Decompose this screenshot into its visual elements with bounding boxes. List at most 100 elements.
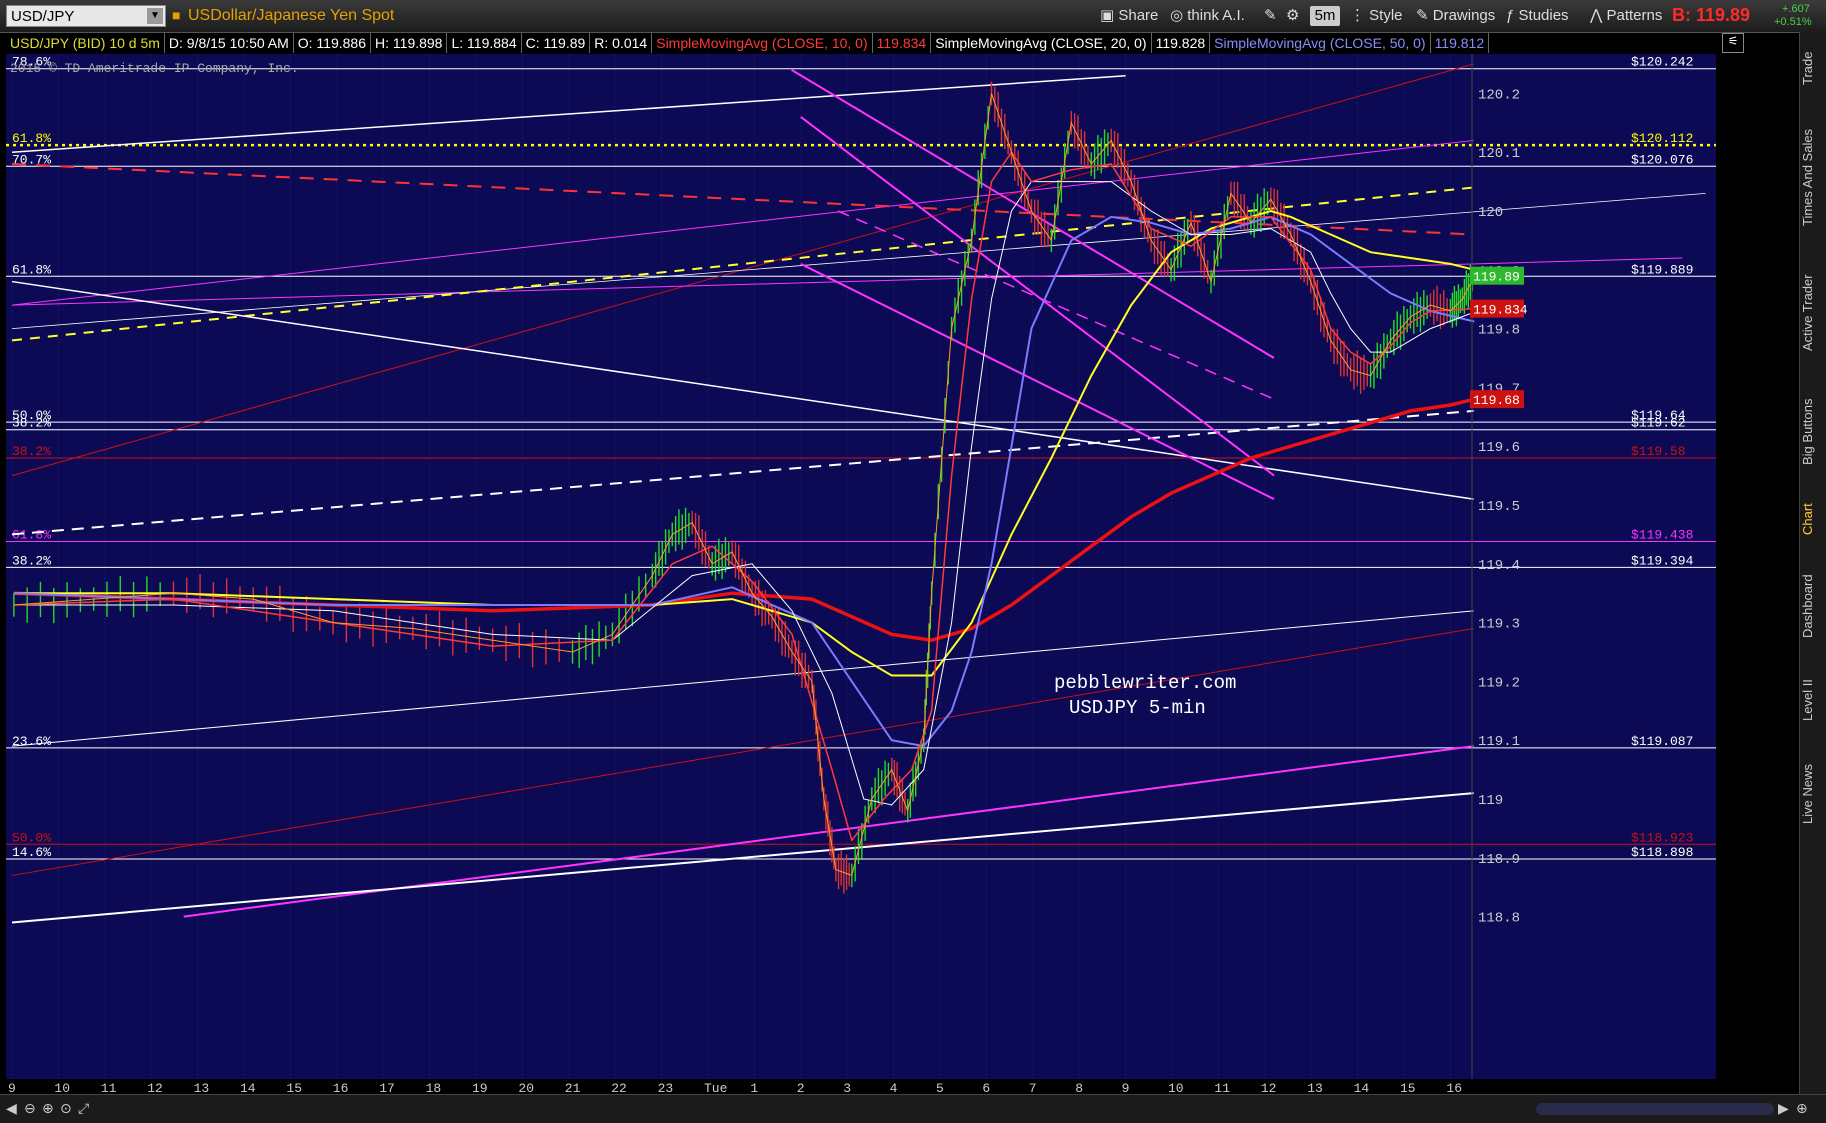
style-button[interactable]: ⋮ Style [1350,6,1403,26]
x-axis-tick-label: 14 [1354,1081,1370,1095]
fib-level-value: $119.087 [1631,734,1693,749]
change-pct: +0.51% [1774,16,1812,28]
x-axis-tick-label: 23 [658,1081,674,1095]
tab-chart[interactable]: Chart [1800,494,1826,544]
x-axis-tick-label: 10 [1168,1081,1184,1095]
zoom-fit-icon[interactable]: ⊙ [60,1100,72,1117]
y-axis-tick-label: 119 [1478,793,1503,809]
tab-dashboard[interactable]: Dashboard [1800,556,1826,656]
info-sma10-value: 119.834 [873,33,932,53]
tab-level-ii[interactable]: Level II [1800,664,1826,736]
chart-settings-icon[interactable]: ⚟ [1722,33,1744,53]
fib-level-value: $119.394 [1631,553,1694,568]
toolbar: USD/JPY ▼ ■ USDollar/Japanese Yen Spot ▣… [0,0,1826,33]
interval-button[interactable]: 5m [1310,6,1340,26]
y-axis-tick-label: 119.2 [1478,675,1520,691]
info-date: D: 9/8/15 10:50 AM [165,33,294,53]
y-axis-tick-label: 120.1 [1478,146,1520,162]
x-axis-tick-label: 2 [797,1081,805,1095]
symbol-dropdown-icon[interactable]: ▼ [147,8,163,24]
fib-level-value: $119.438 [1631,527,1693,542]
tab-trade[interactable]: Trade [1800,40,1826,96]
y-axis-tick-label: 120.2 [1478,87,1520,103]
x-axis-tick-label: Tue [704,1081,727,1095]
style-icon: ⋮ [1350,7,1370,24]
share-button[interactable]: ▣ Share [1100,6,1158,26]
change-abs: +.607 [1782,3,1810,15]
fib-level-value: $118.923 [1631,830,1693,845]
x-axis-tick-label: 10 [54,1081,70,1095]
think-ai-button[interactable]: ◎ think A.I. [1170,6,1245,26]
x-axis-tick-label: 13 [1307,1081,1323,1095]
tab-active-trader[interactable]: Active Trader [1800,258,1826,368]
x-axis-tick-label: 15 [1400,1081,1416,1095]
y-axis-tick-label: 119.1 [1478,734,1520,750]
x-axis-tick-label: 19 [472,1081,488,1095]
fib-level-label: 23.6% [12,734,51,749]
x-axis-tick-label: 15 [286,1081,302,1095]
time-scrollbar[interactable] [1536,1103,1774,1115]
zoom-in-icon[interactable]: ⊕ [42,1100,54,1117]
fib-level-value: $119.889 [1631,262,1693,277]
scroll-right-icon[interactable]: ▶ [1778,1100,1789,1117]
y-axis-tick-label: 119.8 [1478,323,1520,339]
x-axis-tick-label: 21 [565,1081,581,1095]
pencil-icon: ✎ [1416,7,1433,24]
x-axis-tick-label: 20 [518,1081,534,1095]
bottom-controls: ◀ ⊖ ⊕ ⊙ ⤢ ▶ ⊕ [0,1094,1826,1123]
info-sma10: SimpleMovingAvg (CLOSE, 10, 0) [652,33,873,53]
nav-left-icon[interactable]: ◀ [6,1100,17,1117]
drawings-button[interactable]: ✎ Drawings [1416,6,1495,26]
studies-icon: ƒ [1506,7,1519,24]
zoom-reset-icon[interactable]: ⊕ [1796,1100,1808,1117]
zoom-out-icon[interactable]: ⊖ [24,1100,36,1117]
x-axis-tick-label: 16 [1446,1081,1462,1095]
drawing-tools-icon[interactable]: ✎ [1264,6,1277,26]
fib-level-label: 61.8% [12,262,51,277]
x-axis-tick-label: 7 [1029,1081,1037,1095]
x-axis-tick-label: 5 [936,1081,944,1095]
copyright-text: 2015 © TD Ameritrade IP Company, Inc. [10,61,299,76]
x-axis-tick-label: 17 [379,1081,395,1095]
fib-level-value: $120.076 [1631,152,1693,167]
y-axis-tick-label: 120 [1478,205,1503,221]
fib-level-label: 61.8% [12,131,51,146]
fib-level-label: 61.8% [12,527,51,542]
price-tag-label: 119.89 [1473,270,1520,285]
tab-live-news[interactable]: Live News [1800,744,1826,844]
info-symbol: USD/JPY (BID) 10 d 5m [6,33,165,53]
studies-button[interactable]: ƒ Studies [1506,6,1569,26]
x-axis-tick-label: 14 [240,1081,256,1095]
info-low: L: 119.884 [447,33,522,53]
y-axis-tick-label: 119.4 [1478,558,1520,574]
expand-icon[interactable]: ⤢ [78,1100,89,1117]
watermark-line-1: pebblewriter.com [1054,672,1236,694]
x-axis-tick-label: 11 [101,1081,117,1095]
price-tag-label: 119.834 [1473,303,1528,318]
symbol-input[interactable]: USD/JPY ▼ [6,5,166,27]
chart-background [6,54,1716,1079]
fib-level-label: 14.6% [12,845,51,860]
x-axis-tick-label: 9 [8,1081,16,1095]
patterns-button[interactable]: ⋀ Patterns [1590,6,1662,26]
settings-icon[interactable]: ⚙ [1286,6,1299,26]
fib-level-value: $118.898 [1631,845,1693,860]
tab-big-buttons[interactable]: Big Buttons [1800,382,1826,482]
fib-level-label: 38.2% [12,416,51,431]
chart-area[interactable]: 78.6% $120.242 61.8% $120.112 70.7% $120.076 6… [6,54,1716,1079]
bid-price: B: 119.89 [1672,5,1751,25]
x-axis-tick-label: 13 [194,1081,210,1095]
y-axis-tick-label: 118.9 [1478,852,1520,868]
x-axis-svg: 9 10 11 12 13 14 15 16 17 18 19 20 21 22 23 Tue 1 2 3 4 5 6 7 8… [8,1081,1462,1096]
favorite-icon[interactable]: ■ [172,7,180,23]
y-axis-tick-label: 119.6 [1478,440,1520,456]
x-axis-tick-label: 8 [1075,1081,1083,1095]
symbol-description: USDollar/Japanese Yen Spot [188,7,395,24]
patterns-icon: ⋀ [1590,7,1607,24]
side-tab-bar: Trade Times And Sales Active Trader Big … [1799,32,1826,1112]
x-axis-tick-label: 1 [750,1081,758,1095]
x-axis-tick-label: 3 [843,1081,851,1095]
y-axis-tick-label: 119.3 [1478,617,1520,633]
x-axis-tick-label: 12 [147,1081,163,1095]
tab-times-and-sales[interactable]: Times And Sales [1800,112,1826,242]
